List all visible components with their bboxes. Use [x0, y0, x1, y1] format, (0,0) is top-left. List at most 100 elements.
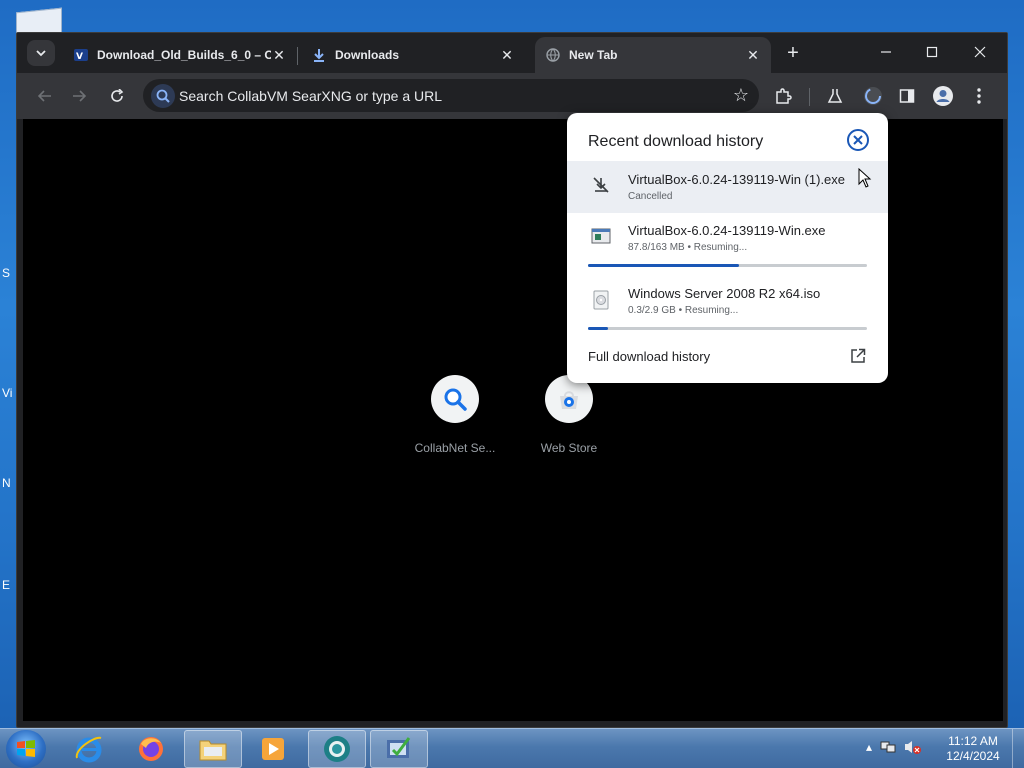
download-status: Cancelled — [628, 191, 673, 202]
clock-time: 11:12 AM — [948, 734, 998, 748]
avatar-icon — [933, 86, 953, 106]
show-hidden-icons-arrow-icon[interactable]: ▴ — [866, 740, 872, 754]
firefox-icon — [139, 737, 163, 761]
tab-title: Downloads — [335, 48, 400, 62]
checklist-app-icon — [387, 737, 411, 758]
puzzle-piece-icon — [776, 88, 792, 104]
more-vertical-icon — [977, 88, 981, 104]
download-item[interactable]: VirtualBox-6.0.24-139119-Win (1).exe Can… — [567, 161, 888, 213]
shortcut-collabnet-search[interactable]: CollabNet Se... — [405, 375, 505, 455]
download-bubble: Recent download history VirtualBox-6.0.2… — [567, 113, 888, 383]
show-desktop-button[interactable] — [1012, 729, 1024, 768]
taskbar: ▴ 11:12 AM 12/4/2024 — [0, 728, 1024, 768]
download-item[interactable]: Windows Server 2008 R2 x64.iso 0.3/2.9 G… — [567, 277, 888, 339]
system-tray: ▴ — [866, 739, 922, 755]
desktop-icon-label[interactable]: S — [2, 266, 10, 280]
download-filename: VirtualBox-6.0.24-139119-Win (1).exe — [628, 172, 846, 187]
network-icon[interactable] — [880, 739, 896, 755]
start-button[interactable] — [6, 730, 46, 768]
download-icon — [311, 47, 327, 63]
tab-separator — [297, 47, 298, 65]
search-icon — [151, 84, 175, 108]
tab-strip: V Download_Old_Builds_6_0 – Or ✕ Downloa… — [17, 33, 1007, 73]
address-bar[interactable]: Search CollabVM SearXNG or type a URL ☆ — [143, 79, 759, 112]
volume-muted-icon[interactable] — [904, 739, 922, 755]
download-filename: Windows Server 2008 R2 x64.iso — [628, 286, 821, 301]
minimize-icon — [881, 51, 891, 53]
chrome-browser-icon — [324, 736, 350, 762]
shortcut-web-store[interactable]: Web Store — [519, 375, 619, 455]
close-bubble-button[interactable] — [846, 128, 870, 152]
chevron-down-icon — [36, 50, 46, 57]
internet-explorer-icon — [75, 736, 102, 763]
desktop-icon-label[interactable]: E — [2, 578, 10, 592]
download-progress-bar — [588, 327, 867, 330]
download-progress-bar — [588, 264, 867, 267]
close-circle-icon — [847, 129, 869, 151]
close-tab-icon[interactable]: ✕ — [499, 47, 515, 63]
minimize-button[interactable] — [863, 37, 909, 67]
close-window-button[interactable] — [957, 37, 1003, 67]
tab-title: Download_Old_Builds_6_0 – Or — [97, 48, 271, 62]
downloads-button[interactable] — [859, 82, 887, 110]
desktop-icon-label[interactable]: Vi — [2, 386, 12, 400]
close-tab-icon[interactable]: ✕ — [745, 47, 761, 63]
side-panel-button[interactable] — [893, 82, 921, 110]
address-bar-placeholder: Search CollabVM SearXNG or type a URL — [179, 88, 442, 104]
menu-button[interactable] — [965, 82, 993, 110]
open-external-icon[interactable] — [850, 348, 866, 364]
maximize-icon — [926, 46, 938, 58]
bubble-title: Recent download history — [588, 133, 764, 150]
windows-logo-icon — [17, 740, 35, 757]
profile-button[interactable] — [929, 82, 957, 110]
svg-text:V: V — [76, 52, 83, 62]
file-explorer-icon — [199, 740, 227, 761]
forward-button[interactable] — [65, 82, 93, 110]
mouse-cursor-icon — [858, 168, 872, 188]
close-tab-icon[interactable]: ✕ — [271, 47, 287, 63]
tab-search-button[interactable] — [27, 40, 55, 66]
flask-icon — [827, 89, 843, 103]
virtualbox-icon: V — [73, 47, 89, 63]
tab-title: New Tab — [569, 48, 618, 62]
extensions-button[interactable] — [769, 82, 797, 110]
download-item[interactable]: VirtualBox-6.0.24-139119-Win.exe 87.8/16… — [567, 213, 888, 275]
taskbar-file-explorer[interactable] — [184, 730, 242, 768]
maximize-button[interactable] — [909, 37, 955, 67]
back-arrow-icon — [38, 90, 51, 102]
toolbar-divider — [809, 88, 810, 106]
shortcut-label: CollabNet Se... — [414, 441, 496, 455]
system-clock[interactable]: 11:12 AM 12/4/2024 — [940, 734, 1006, 764]
globe-icon — [545, 47, 561, 63]
download-status: 0.3/2.9 GB • Resuming... — [628, 305, 739, 316]
new-tab-button[interactable]: + — [781, 41, 805, 65]
download-progress-fill — [588, 327, 608, 330]
reload-button[interactable] — [103, 82, 131, 110]
download-progress-fill — [588, 264, 739, 267]
full-download-history-link[interactable]: Full download history — [588, 349, 710, 364]
back-button[interactable] — [31, 82, 59, 110]
download-filename: VirtualBox-6.0.24-139119-Win.exe — [628, 223, 826, 238]
download-progress-ring-icon — [864, 87, 882, 105]
taskbar-media-player[interactable] — [244, 730, 302, 768]
taskbar-internet-explorer[interactable] — [60, 730, 118, 768]
bookmark-star-icon[interactable]: ☆ — [733, 85, 749, 106]
cancelled-download-icon — [593, 177, 609, 193]
exe-file-icon — [591, 228, 611, 244]
tab-download-old-builds[interactable]: V Download_Old_Builds_6_0 – Or ✕ — [63, 37, 297, 73]
media-player-icon — [262, 738, 284, 760]
tab-downloads[interactable]: Downloads ✕ — [301, 37, 525, 73]
taskbar-firefox[interactable] — [122, 730, 180, 768]
taskbar-chrome[interactable] — [308, 730, 366, 768]
download-status: 87.8/163 MB • Resuming... — [628, 242, 748, 253]
close-icon — [974, 46, 986, 58]
taskbar-checklist-app[interactable] — [370, 730, 428, 768]
labs-button[interactable] — [821, 82, 849, 110]
clock-date: 12/4/2024 — [946, 749, 1000, 763]
tab-new-tab[interactable]: New Tab ✕ — [535, 37, 771, 73]
shortcut-label: Web Store — [540, 441, 598, 455]
desktop-icon-label[interactable]: N — [2, 476, 11, 490]
search-icon — [431, 375, 479, 423]
forward-arrow-icon — [73, 90, 86, 102]
iso-file-icon — [593, 290, 609, 310]
